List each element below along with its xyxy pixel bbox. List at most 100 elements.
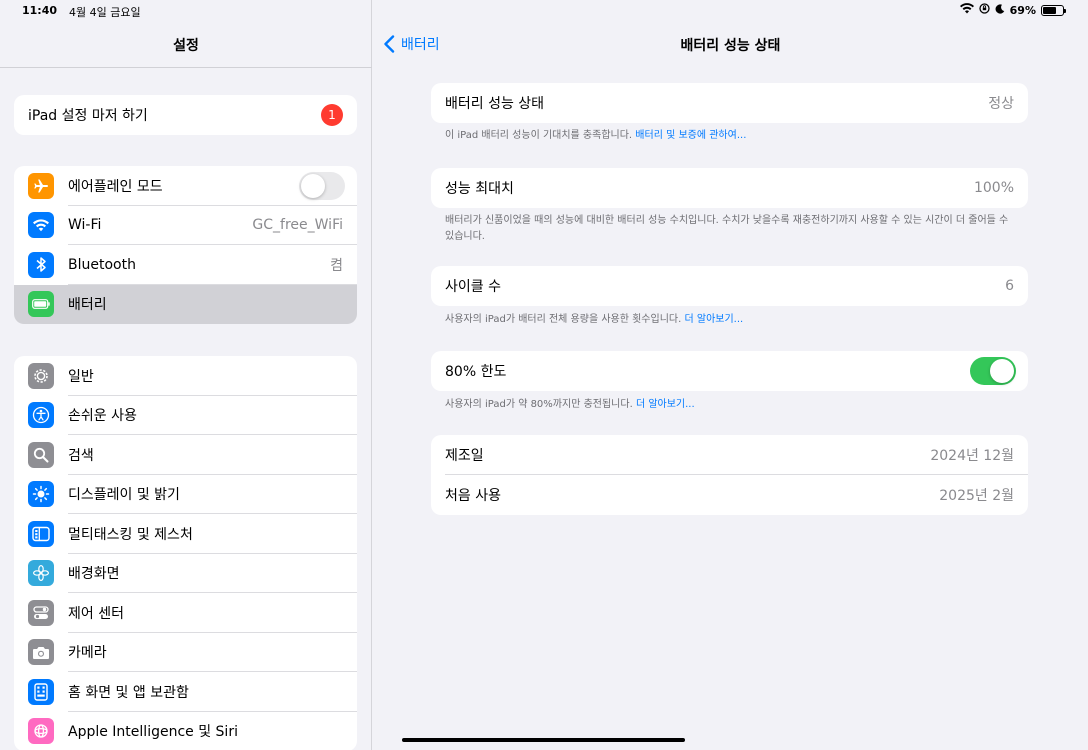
- sidebar-item-label: 배경화면: [68, 566, 120, 583]
- cycle-count-note: 사용자의 iPad가 배터리 전체 용량을 사용한 횟수입니다. 더 알아보기.…: [445, 312, 1020, 328]
- charge-limit-toggle[interactable]: [970, 357, 1016, 385]
- sidebar-item-label: 일반: [68, 368, 94, 385]
- first-use-label: 처음 사용: [445, 488, 501, 504]
- moon-icon: [995, 3, 1005, 17]
- charge-limit-note: 사용자의 iPad가 약 80%까지만 충전됩니다. 더 알아보기...: [445, 397, 1020, 413]
- status-date: 4월 4일 금요일: [69, 6, 141, 19]
- battery-health-card: 배터리 성능 상태 정상: [431, 83, 1028, 123]
- home-indicator[interactable]: [402, 738, 685, 742]
- sidebar-item-camera[interactable]: 카메라: [14, 633, 357, 673]
- cycle-count-row: 사이클 수 6: [431, 266, 1028, 306]
- siri-icon: [28, 718, 54, 745]
- sidebar-item-label: 에어플레인 모드: [68, 178, 163, 195]
- battery-status-icon: [1041, 4, 1066, 16]
- status-time: 11:40: [22, 4, 58, 17]
- sidebar-item-label: 홈 화면 및 앱 보관함: [68, 684, 189, 701]
- sidebar-item-airplane[interactable]: 에어플레인 모드: [14, 166, 357, 206]
- max-capacity-row: 성능 최대치 100%: [431, 168, 1028, 208]
- airplane-mode-toggle[interactable]: [299, 171, 345, 200]
- sidebar-item-brightness[interactable]: 디스플레이 및 밝기: [14, 475, 357, 515]
- sidebar-item-label: Apple Intelligence 및 Siri: [68, 724, 238, 741]
- cycle-count-note-text: 사용자의 iPad가 배터리 전체 용량을 사용한 횟수입니다.: [445, 314, 682, 325]
- battery-icon: [28, 291, 54, 318]
- sidebar-item-label: 배터리: [68, 297, 107, 314]
- battery-warranty-link[interactable]: 배터리 및 보증에 관하여...: [635, 130, 746, 141]
- sidebar-item-search[interactable]: 검색: [14, 435, 357, 475]
- charge-limit-row: 80% 한도: [431, 351, 1028, 391]
- sidebar-item-label: Bluetooth: [68, 256, 136, 273]
- battery-health-row: 배터리 성능 상태 정상: [431, 83, 1028, 123]
- notification-badge: 1: [321, 104, 343, 126]
- dates-card: 제조일 2024년 12월 처음 사용 2025년 2월: [431, 435, 1028, 515]
- first-use-value: 2025년 2월: [939, 488, 1014, 504]
- max-capacity-card: 성능 최대치 100%: [431, 168, 1028, 208]
- orientation-lock-icon: [979, 3, 990, 17]
- general-group: 일반손쉬운 사용검색디스플레이 및 밝기멀티태스킹 및 제스처배경화면제어 센터…: [14, 356, 357, 750]
- max-capacity-label: 성능 최대치: [445, 181, 514, 197]
- sidebar-item-battery[interactable]: 배터리: [14, 284, 357, 324]
- multitasking-icon: [28, 520, 54, 547]
- sidebar-item-label: 손쉬운 사용: [68, 408, 137, 425]
- wallpaper-icon: [28, 560, 54, 587]
- max-capacity-note: 배터리가 신품이었을 때의 성능에 대비한 배터리 성능 수치입니다. 수치가 …: [445, 215, 1009, 242]
- gear-icon: [28, 362, 54, 389]
- connectivity-group: 에어플레인 모드 Wi-Fi GC_free_WiFi Bluetooth 켬배터리: [14, 166, 357, 324]
- sidebar-title: 설정: [173, 38, 199, 54]
- toggle-knob: [990, 359, 1014, 383]
- first-use-row: 처음 사용 2025년 2월: [431, 475, 1028, 515]
- camera-icon: [28, 639, 54, 666]
- charge-limit-note-text: 사용자의 iPad가 약 80%까지만 충전됩니다.: [445, 399, 633, 410]
- cycle-count-value: 6: [1005, 278, 1014, 294]
- sidebar-item-accessibility[interactable]: 손쉬운 사용: [14, 396, 357, 436]
- detail-pane: 배터리 배터리 성능 상태 배터리 성능 상태 정상 이 iPad 배터리 성능…: [373, 0, 1088, 750]
- sidebar-item-value: GC_free_WiFi: [252, 217, 343, 234]
- bluetooth-icon: [28, 251, 54, 278]
- brightness-icon: [28, 481, 54, 508]
- battery-health-note: 이 iPad 배터리 성능이 기대치를 충족합니다. 배터리 및 보증에 관하여…: [445, 128, 1020, 144]
- search-icon: [28, 441, 54, 468]
- wifi-status-icon: [959, 3, 974, 17]
- sidebar-item-wallpaper[interactable]: 배경화면: [14, 554, 357, 594]
- battery-health-value: 정상: [988, 96, 1014, 112]
- setup-reminder-label: iPad 설정 마저 하기: [28, 108, 148, 124]
- home-screen-icon: [28, 678, 54, 705]
- sidebar-item-multitasking[interactable]: 멀티태스킹 및 제스처: [14, 514, 357, 554]
- manufacture-date-row: 제조일 2024년 12월: [431, 435, 1028, 475]
- sidebar-item-control-center[interactable]: 제어 센터: [14, 593, 357, 633]
- sidebar-item-bluetooth[interactable]: Bluetooth 켬: [14, 245, 357, 285]
- setup-reminder-row[interactable]: iPad 설정 마저 하기 1: [14, 95, 357, 135]
- sidebar-item-label: 제어 센터: [68, 605, 124, 622]
- airplane-icon: [28, 172, 54, 199]
- control-center-icon: [28, 599, 54, 626]
- wifi-icon: [28, 212, 54, 239]
- cycle-count-card: 사이클 수 6: [431, 266, 1028, 306]
- charge-limit-card: 80% 한도: [431, 351, 1028, 391]
- battery-health-note-text: 이 iPad 배터리 성능이 기대치를 충족합니다.: [445, 130, 633, 141]
- sidebar-item-label: 검색: [68, 447, 94, 464]
- sidebar-item-label: Wi-Fi: [68, 217, 102, 234]
- page-title: 배터리 성능 상태: [680, 38, 781, 54]
- charge-limit-label: 80% 한도: [445, 364, 507, 380]
- battery-percent: 69%: [1009, 3, 1036, 17]
- cycle-count-label: 사이클 수: [445, 279, 501, 295]
- sidebar-item-gear[interactable]: 일반: [14, 356, 357, 396]
- sidebar-item-label: 디스플레이 및 밝기: [68, 487, 180, 504]
- battery-health-label: 배터리 성능 상태: [445, 96, 545, 112]
- battery-level-fill: [1043, 6, 1057, 14]
- cycle-count-learn-more-link[interactable]: 더 알아보기...: [684, 314, 743, 325]
- manufacture-date-value: 2024년 12월: [930, 448, 1014, 464]
- charge-limit-learn-more-link[interactable]: 더 알아보기...: [636, 399, 695, 410]
- sidebar: 설정 iPad 설정 마저 하기 1 에어플레인 모드 Wi-Fi GC_free_…: [0, 0, 372, 750]
- sidebar-item-siri[interactable]: Apple Intelligence 및 Siri: [14, 712, 357, 750]
- setup-group: iPad 설정 마저 하기 1: [14, 95, 357, 135]
- manufacture-date-label: 제조일: [445, 448, 484, 464]
- toggle-knob: [301, 173, 325, 198]
- sidebar-item-label: 카메라: [68, 645, 107, 662]
- sidebar-item-label: 멀티태스킹 및 제스처: [68, 526, 193, 543]
- sidebar-item-wifi[interactable]: Wi-Fi GC_free_WiFi: [14, 206, 357, 246]
- max-capacity-value: 100%: [973, 180, 1014, 196]
- accessibility-icon: [28, 402, 54, 429]
- status-bar: 11:40 4월 4일 금요일 69%: [0, 0, 1088, 22]
- sidebar-item-value: 켬: [330, 257, 343, 274]
- sidebar-item-home-screen[interactable]: 홈 화면 및 앱 보관함: [14, 672, 357, 712]
